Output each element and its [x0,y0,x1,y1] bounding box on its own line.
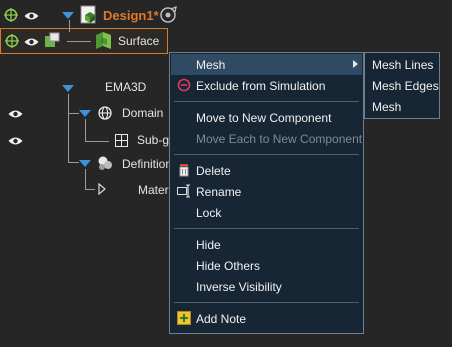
grid-icon [115,134,128,147]
domain-label[interactable]: Domain [122,106,163,120]
menu-item-move-each-to-new-component: Move Each to New Component [171,128,362,149]
submenu-item-label: Mesh [372,99,402,114]
delete-icon [177,163,191,177]
menu-item-add-note[interactable]: Add Note [171,308,362,329]
target-icon[interactable] [4,8,18,22]
add-note-icon [177,311,191,325]
target-icon[interactable] [5,34,19,48]
menu-item-exclude-from-simulation[interactable]: Exclude from Simulation [171,75,362,96]
materials-label[interactable]: Mater [138,183,169,197]
menu-separator [174,154,359,155]
menu-item-label: Hide [196,237,221,252]
menu-item-hide-others[interactable]: Hide Others [171,255,362,276]
tree-row-surface[interactable]: Surface [0,28,168,54]
menu-item-move-to-new-component[interactable]: Move to New Component [171,107,362,128]
design-icon [80,5,98,25]
eye-icon[interactable] [8,108,23,122]
definitions-icon [97,155,113,171]
menu-item-inverse-visibility[interactable]: Inverse Visibility [171,276,362,297]
submenu-arrow-icon [353,60,358,68]
expand-arrow-icon[interactable] [79,160,91,167]
design-label[interactable]: Design1* [103,8,159,23]
menu-item-rename[interactable]: Rename [171,181,362,202]
menu-item-label: Hide Others [196,258,261,273]
eye-icon[interactable] [8,135,23,149]
menu-item-label: Lock [196,205,222,220]
menu-item-delete[interactable]: Delete [171,160,362,181]
menu-item-label: Move Each to New Component [196,131,363,146]
expand-arrow-icon[interactable] [62,85,74,92]
submenu-item-mesh[interactable]: Mesh [366,96,438,117]
lock-toggle-icon[interactable] [160,5,178,24]
menu-item-label: Delete [196,163,231,178]
rename-icon [177,184,191,198]
submenu-item-label: Mesh Edges [372,78,439,93]
menu-item-label: Add Note [196,311,247,326]
surface-icon [95,31,113,50]
menu-separator [174,228,359,229]
eye-icon[interactable] [24,36,39,50]
expand-arrow-icon[interactable] [62,12,74,19]
globe-icon [98,106,112,120]
submenu-item-label: Mesh Lines [372,57,434,72]
definitions-label[interactable]: Definition [122,157,172,171]
menu-item-label: Inverse Visibility [196,279,282,294]
menu-item-lock[interactable]: Lock [171,202,362,223]
menu-item-mesh[interactable]: Mesh [171,54,362,75]
menu-item-label: Move to New Component [196,110,332,125]
subgrid-label[interactable]: Sub-g [137,133,169,147]
component-icon [44,32,60,48]
collapsed-arrow-icon[interactable] [98,182,106,196]
ema3d-label[interactable]: EMA3D [105,80,146,94]
exclude-icon [177,78,191,92]
surface-label[interactable]: Surface [118,34,159,48]
menu-item-label: Rename [196,184,242,199]
menu-item-label: Mesh [196,57,226,72]
menu-separator [174,101,359,102]
eye-icon[interactable] [24,10,39,24]
mesh-submenu: Mesh Lines Mesh Edges Mesh [364,52,440,119]
expand-arrow-icon[interactable] [79,110,91,117]
context-menu: Mesh Exclude from Simulation Move to New… [169,52,364,334]
menu-item-hide[interactable]: Hide [171,234,362,255]
menu-item-label: Exclude from Simulation [196,78,326,93]
submenu-item-mesh-lines[interactable]: Mesh Lines [366,54,438,75]
submenu-item-mesh-edges[interactable]: Mesh Edges [366,75,439,96]
menu-separator [174,302,359,303]
